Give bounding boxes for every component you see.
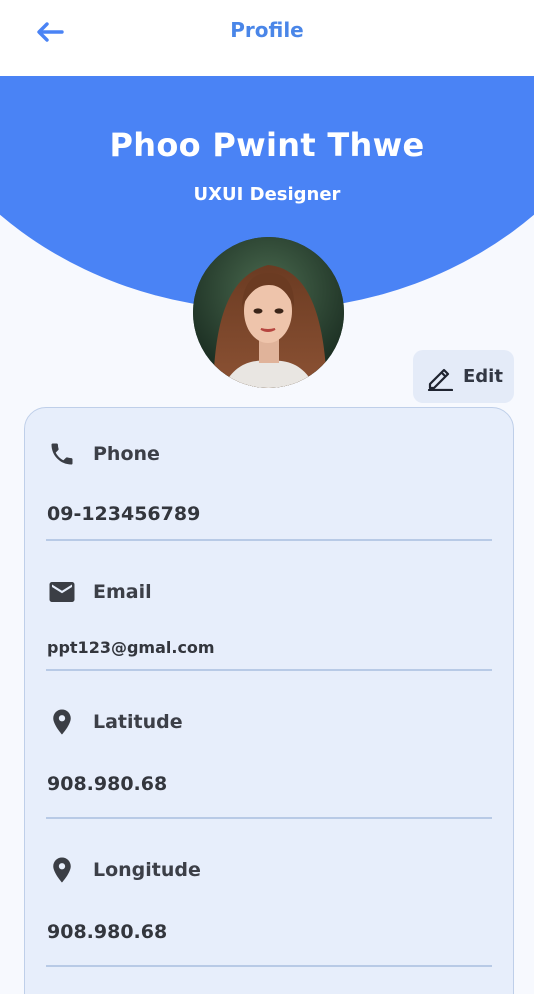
field-label: Email xyxy=(93,581,152,603)
avatar xyxy=(193,237,344,388)
divider xyxy=(46,669,492,671)
field-label: Latitude xyxy=(93,711,183,733)
pencil-icon xyxy=(427,368,453,391)
top-app-bar: Profile xyxy=(0,0,534,76)
phone-icon xyxy=(46,438,78,470)
email-value: ppt123@gmal.com xyxy=(47,638,215,657)
divider xyxy=(46,817,492,819)
page-title: Profile xyxy=(230,18,304,42)
edit-button[interactable]: Edit xyxy=(413,350,514,403)
contact-info-card: Phone 09-123456789 Email ppt123@gmal.com xyxy=(24,407,514,994)
edit-label: Edit xyxy=(463,366,503,387)
profile-screen: Profile Phoo Pwint Thwe UXUI Designer Ed… xyxy=(0,0,534,994)
longitude-value: 908.980.68 xyxy=(47,921,168,943)
field-label: Phone xyxy=(93,443,160,465)
location-pin-icon xyxy=(46,706,78,738)
phone-value: 09-123456789 xyxy=(47,503,201,525)
location-pin-icon xyxy=(46,854,78,886)
email-icon xyxy=(46,576,78,608)
divider xyxy=(46,965,492,967)
latitude-value: 908.980.68 xyxy=(47,773,168,795)
profile-role: UXUI Designer xyxy=(193,184,341,205)
field-label: Longitude xyxy=(93,859,201,881)
divider xyxy=(46,539,492,541)
profile-name: Phoo Pwint Thwe xyxy=(109,126,425,164)
